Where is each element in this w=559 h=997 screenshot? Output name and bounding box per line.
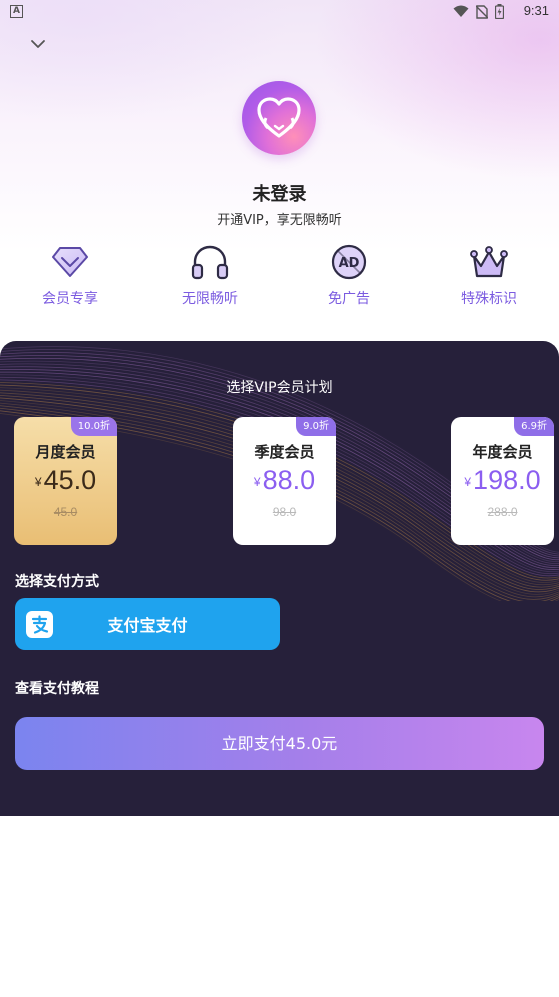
plan-name: 月度会员 (35, 443, 96, 461)
payment-tutorial-link[interactable]: 查看支付教程 (15, 678, 99, 698)
plan-name: 年度会员 (472, 443, 533, 461)
original-price: 288.0 (487, 505, 518, 519)
original-price: 45.0 (53, 505, 78, 519)
plan-card-monthly[interactable]: 10.0折 月度会员 ¥45.0 45.0 (14, 417, 117, 545)
plan-card-quarterly[interactable]: 9.0折 季度会员 ¥88.0 98.0 (233, 417, 336, 545)
price-value: 88.0 (262, 465, 316, 495)
heart-headphones-icon (257, 97, 301, 138)
plan-price: ¥45.0 (14, 465, 117, 496)
battery-icon (495, 4, 504, 19)
plan-name: 季度会员 (254, 443, 315, 461)
original-price: 98.0 (272, 505, 297, 519)
perk-label: 免广告 (328, 291, 370, 307)
payment-method-label: 选择支付方式 (15, 574, 99, 590)
currency-symbol: ¥ (34, 475, 42, 489)
alipay-label: 支付宝支付 (107, 616, 188, 635)
perk-list: 会员专享 无限畅听 AD 免广告 特殊标识 (0, 242, 559, 312)
plan-section-title: 选择VIP会员计划 (226, 380, 333, 396)
wifi-icon (453, 5, 469, 17)
diamond-icon (52, 247, 88, 277)
status-bar: A 9:31 (0, 0, 559, 24)
perk-no-ads: AD 免广告 (294, 242, 404, 308)
discount-badge: 10.0折 (70, 417, 117, 436)
vip-plan-panel: 选择VIP会员计划 10.0折 月度会员 ¥45.0 45.0 9.0折 季度会… (0, 341, 559, 816)
discount-badge: 6.9折 (514, 417, 554, 436)
price-value: 45.0 (43, 465, 97, 495)
no-sim-icon (476, 4, 488, 19)
user-name[interactable]: 未登录 (0, 180, 559, 206)
currency-symbol: ¥ (464, 475, 472, 489)
plan-price: ¥198.0 (451, 465, 554, 496)
pay-now-button[interactable]: 立即支付45.0元 (15, 717, 544, 770)
status-icons (453, 4, 504, 19)
crown-icon (470, 246, 508, 278)
collapse-button[interactable] (26, 34, 50, 54)
currency-symbol: ¥ (253, 475, 261, 489)
plan-price: ¥88.0 (233, 465, 336, 496)
perk-special-badge: 特殊标识 (434, 242, 544, 308)
avatar[interactable] (242, 81, 316, 155)
notification-icon: A (10, 5, 23, 18)
perk-unlimited-listening: 无限畅听 (155, 242, 265, 308)
perk-label: 无限畅听 (182, 291, 238, 307)
perk-label: 会员专享 (42, 291, 98, 307)
svg-text:AD: AD (339, 256, 360, 271)
status-time: 9:31 (523, 3, 549, 18)
alipay-button[interactable]: 支付宝支付 (15, 598, 280, 650)
headphones-icon (191, 245, 229, 280)
perk-member-exclusive: 会员专享 (15, 242, 125, 308)
perk-label: 特殊标识 (461, 291, 517, 307)
chevron-down-icon (31, 40, 45, 48)
plan-card-yearly[interactable]: 6.9折 年度会员 ¥198.0 288.0 (451, 417, 554, 545)
user-subtitle: 开通VIP，享无限畅听 (217, 213, 342, 228)
price-value: 198.0 (473, 465, 541, 495)
no-ads-icon: AD (331, 244, 367, 280)
discount-badge: 9.0折 (296, 417, 336, 436)
